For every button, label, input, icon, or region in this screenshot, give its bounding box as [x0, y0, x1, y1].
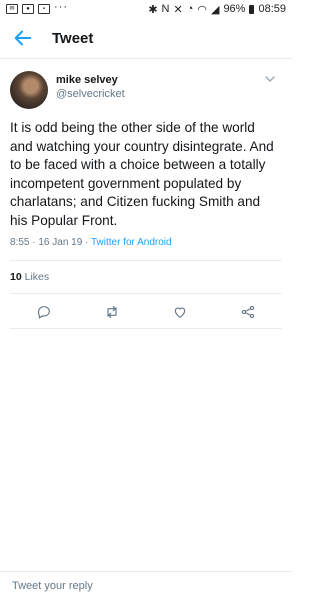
status-bar-notifications: ✉ ● ▪ ··· [6, 1, 68, 14]
avatar[interactable] [10, 71, 48, 109]
battery-icon [249, 4, 255, 14]
likes-count: 10 [10, 271, 22, 283]
status-bar: ✉ ● ▪ ··· ✱ N ✕ ◔ ◠ ◢ 96% 08:59 [0, 0, 292, 18]
app-bar: Tweet [0, 18, 292, 59]
author-handle[interactable]: @selvecricket [56, 88, 125, 100]
reply-input[interactable] [10, 579, 282, 593]
battery-level: 96% [223, 3, 246, 15]
likes-count-row[interactable]: 10 Likes [10, 260, 282, 294]
retweet-icon[interactable] [104, 304, 120, 320]
nfc-icon: N [161, 3, 170, 15]
like-icon[interactable] [172, 304, 188, 320]
likes-label: Likes [21, 271, 50, 283]
flipboard-icon: ▪ [38, 4, 50, 14]
tweet-detail: mike selvey @selvecricket It is odd bein… [0, 59, 292, 329]
tweet-source-link[interactable]: Twitter for Android [91, 237, 172, 248]
share-icon[interactable] [240, 304, 256, 320]
signal-icon: ◢ [210, 3, 220, 16]
author-names: mike selvey @selvecricket [56, 71, 125, 100]
tweet-author: mike selvey @selvecricket [10, 71, 282, 109]
back-arrow-icon[interactable] [12, 27, 34, 49]
reply-icon[interactable] [36, 304, 52, 320]
author-name[interactable]: mike selvey [56, 74, 125, 86]
mute-icon: ✕ [173, 3, 183, 16]
page-title: Tweet [52, 29, 94, 47]
more-notifications-icon: ··· [54, 1, 68, 13]
notification-icon: ● [22, 4, 34, 14]
status-bar-system: ✱ N ✕ ◔ ◠ ◢ 96% 08:59 [148, 3, 286, 16]
tweet-text: It is odd being the other side of the wo… [10, 120, 274, 228]
reply-bar [0, 571, 292, 600]
tweet-actions [10, 294, 282, 329]
alarm-icon: ◔ [186, 3, 194, 15]
tweet-meta: 8:55 · 16 Jan 19 · Twitter for Android [10, 237, 282, 248]
mail-icon: ✉ [6, 4, 18, 14]
wifi-icon: ◠ [197, 3, 207, 16]
tweet-timestamp: 8:55 · 16 Jan 19 · [10, 237, 91, 248]
bluetooth-icon: ✱ [148, 3, 158, 16]
chevron-down-icon[interactable] [264, 73, 276, 85]
clock: 08:59 [258, 3, 286, 15]
